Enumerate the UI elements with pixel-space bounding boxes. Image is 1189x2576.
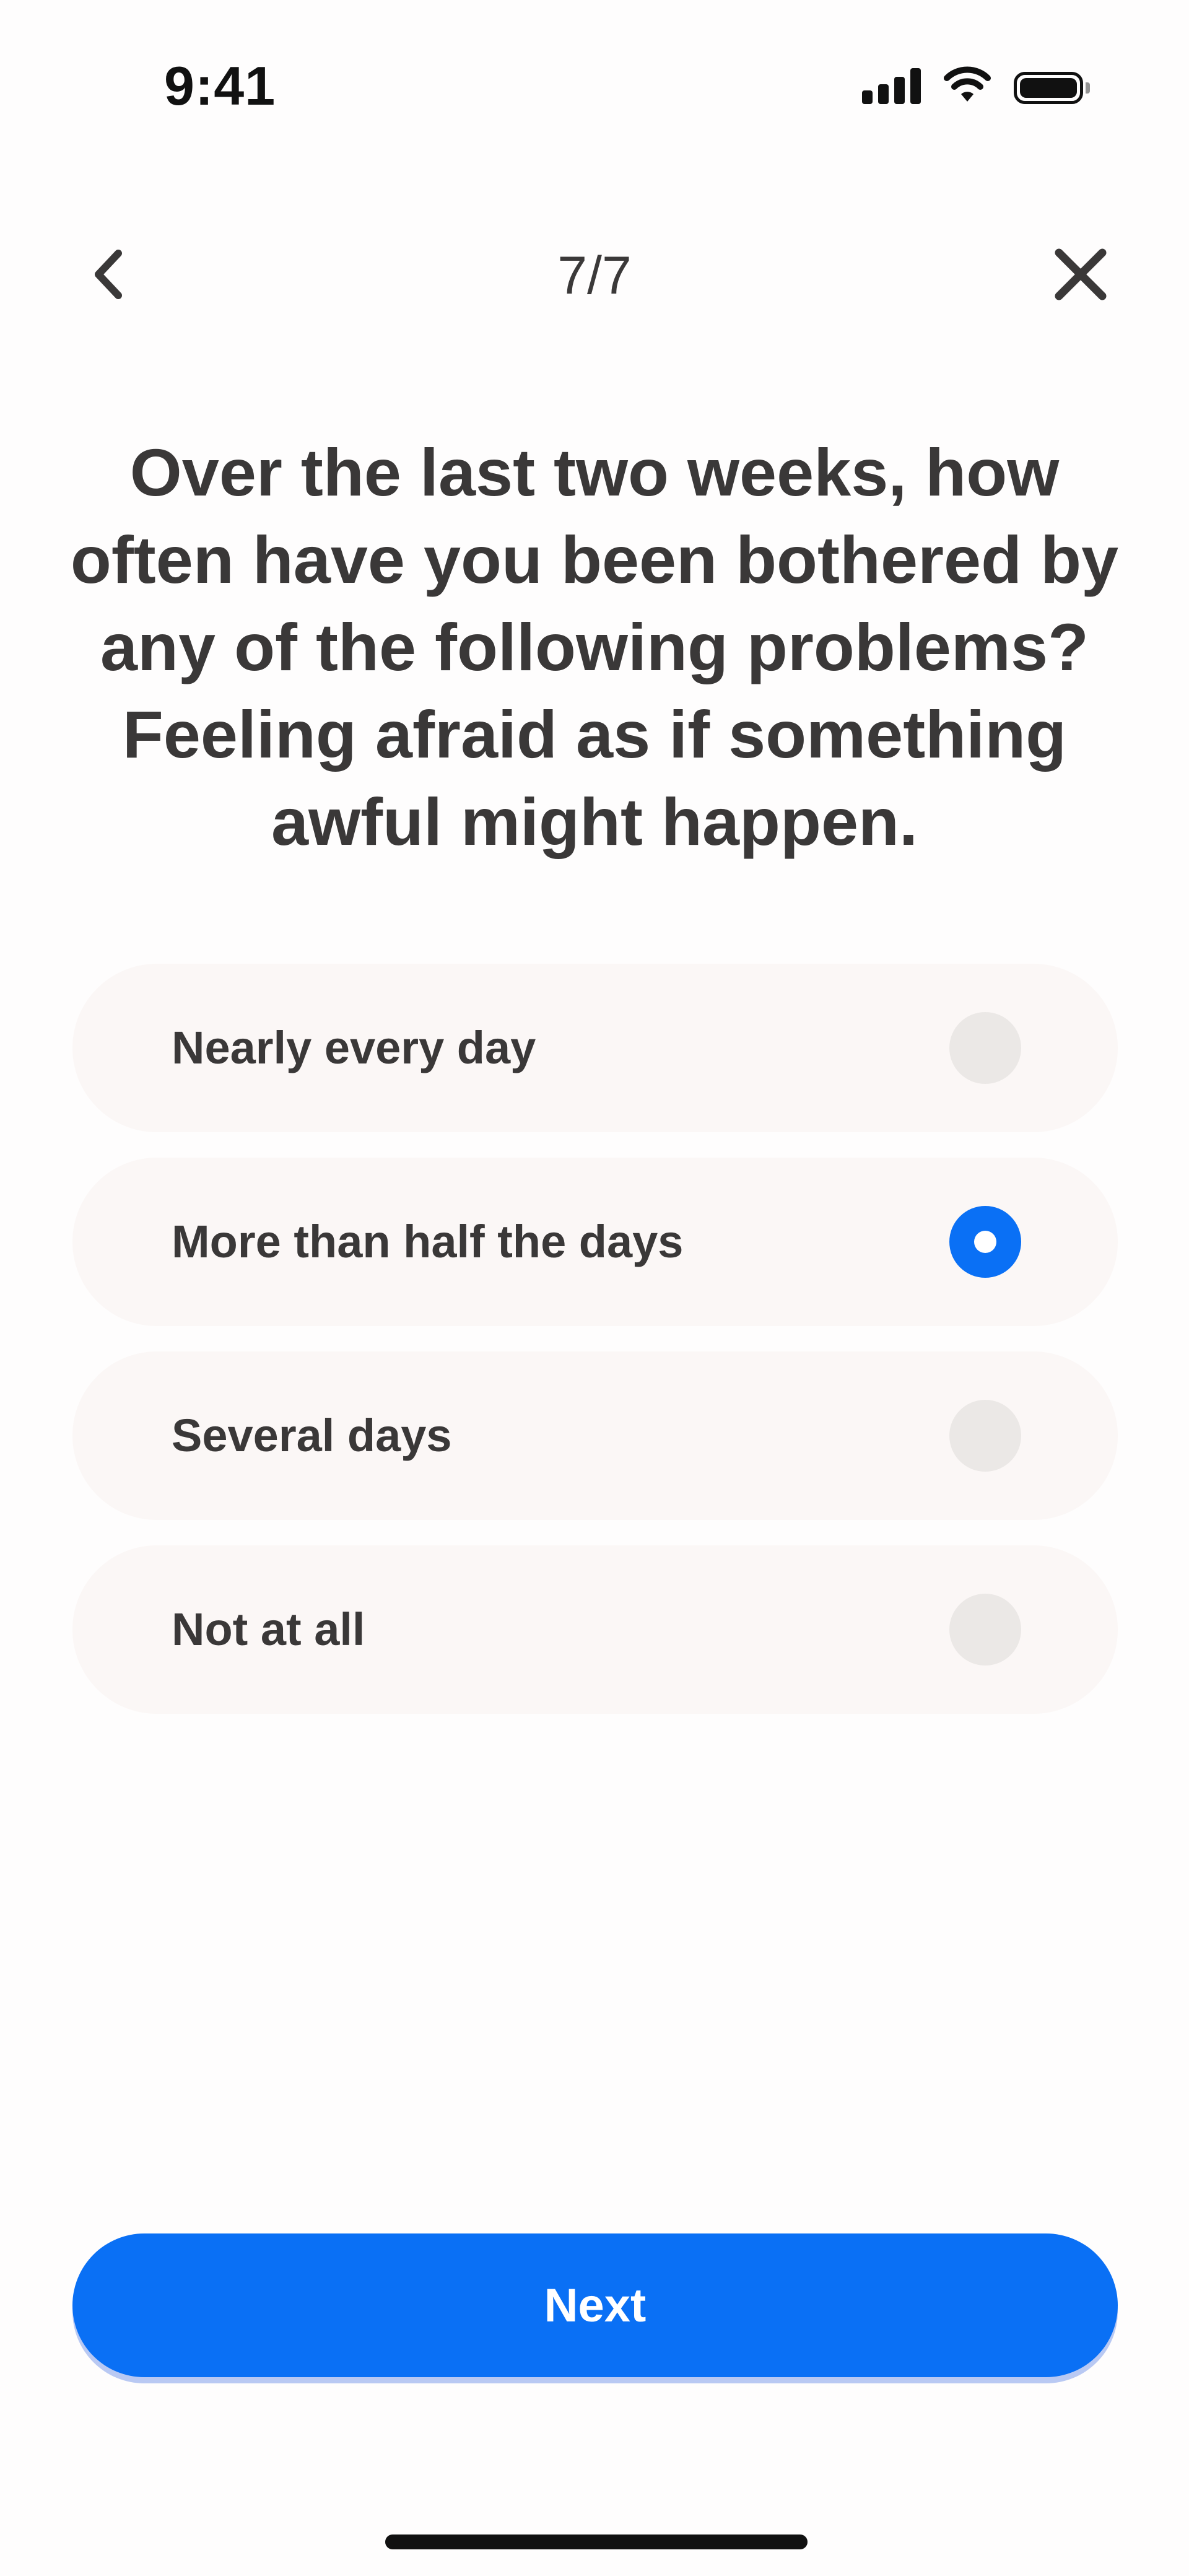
cellular-signal-icon: [862, 67, 921, 104]
answer-options: Nearly every day More than half the days…: [72, 964, 1118, 1739]
status-bar: 9:41: [0, 0, 1189, 180]
option-more-than-half-the-days[interactable]: More than half the days: [72, 1158, 1118, 1326]
radio-button-selected[interactable]: [949, 1206, 1021, 1278]
home-indicator: [385, 2535, 808, 2549]
question-text: Over the last two weeks, how often have …: [70, 435, 1119, 859]
radio-button[interactable]: [949, 1594, 1021, 1666]
status-time: 9:41: [164, 55, 276, 116]
option-nearly-every-day[interactable]: Nearly every day: [72, 964, 1118, 1132]
progress-indicator: 7/7: [557, 246, 632, 305]
radio-button[interactable]: [949, 1012, 1021, 1084]
wifi-icon: [944, 66, 991, 102]
option-label: Not at all: [172, 1604, 365, 1655]
option-label: Nearly every day: [172, 1022, 536, 1073]
option-several-days[interactable]: Several days: [72, 1351, 1118, 1520]
option-not-at-all[interactable]: Not at all: [72, 1545, 1118, 1714]
close-button[interactable]: [1040, 234, 1121, 315]
status-icons: [862, 66, 1090, 104]
battery-icon: [1014, 72, 1090, 104]
close-icon: [1055, 248, 1107, 300]
navigation-bar: 7/7: [0, 223, 1189, 322]
next-button[interactable]: Next: [72, 2233, 1118, 2377]
radio-button[interactable]: [949, 1400, 1021, 1472]
option-label: More than half the days: [172, 1216, 684, 1267]
option-label: Several days: [172, 1410, 452, 1461]
